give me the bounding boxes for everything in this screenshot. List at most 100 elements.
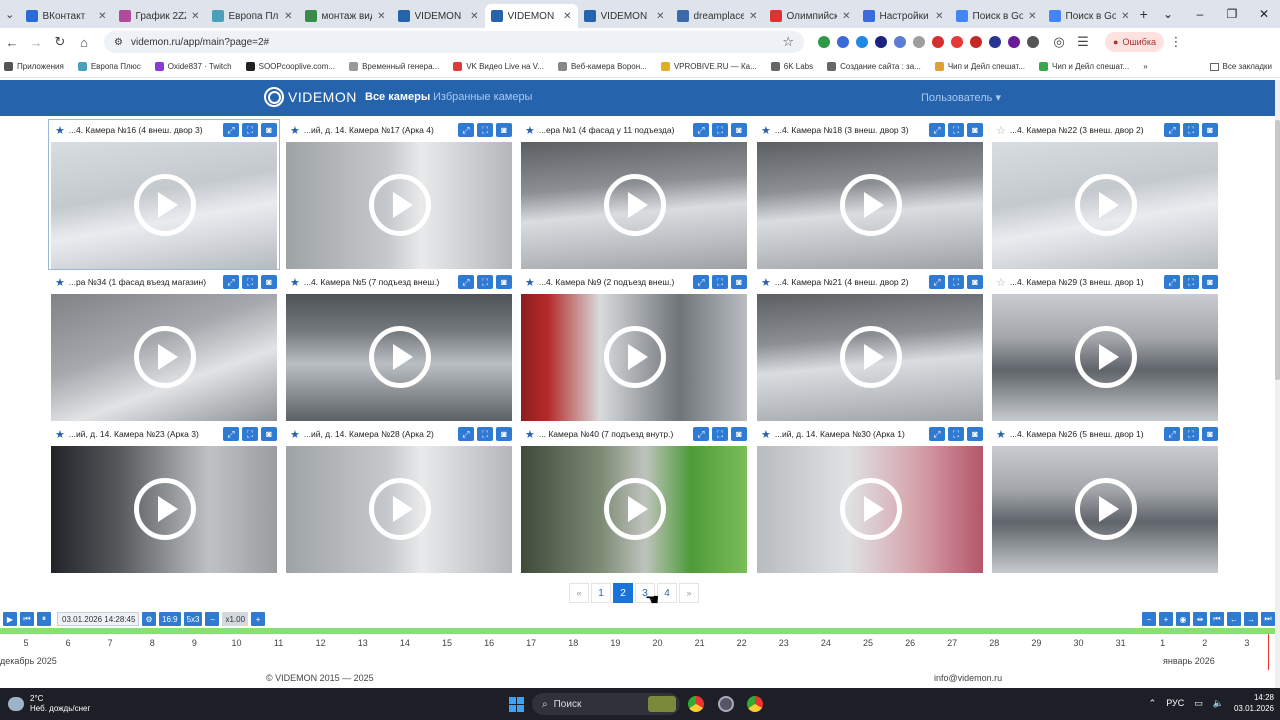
fullscreen-icon[interactable]: ⛶	[242, 427, 258, 441]
camera-feed[interactable]	[992, 446, 1218, 573]
timeline-day-tick[interactable]: 20	[652, 638, 662, 648]
timeline-day-tick[interactable]: 27	[947, 638, 957, 648]
user-menu[interactable]: Пользователь ▾	[921, 91, 1001, 104]
tab-close-icon[interactable]: ✕	[935, 11, 943, 22]
play-icon[interactable]	[604, 326, 666, 388]
language-indicator[interactable]: РУС	[1166, 698, 1184, 708]
volume-icon[interactable]: 🔈	[1213, 698, 1224, 709]
camera-feed[interactable]	[286, 142, 512, 269]
contact-email[interactable]: info@videmon.ru	[934, 673, 1002, 683]
play-icon[interactable]	[134, 478, 196, 540]
site-info-icon[interactable]: ⚙	[114, 37, 123, 48]
fullscreen-icon[interactable]: ⛶	[948, 427, 964, 441]
browser-tab[interactable]: Европа Плюс ✕	[206, 4, 299, 28]
favorite-star-icon[interactable]: ★	[761, 428, 771, 441]
bookmark-item[interactable]: Приложения	[4, 62, 64, 71]
fullscreen-icon[interactable]: ⛶	[242, 123, 258, 137]
widget-icon[interactable]	[648, 696, 676, 712]
expand-icon[interactable]: ⤢	[929, 427, 945, 441]
fullscreen-icon[interactable]: ⛶	[242, 275, 258, 289]
home-icon[interactable]: ⌂	[72, 35, 96, 50]
snapshot-camera-icon[interactable]: ◙	[261, 123, 277, 137]
camera-feed[interactable]	[521, 142, 747, 269]
snapshot-camera-icon[interactable]: ◙	[731, 427, 747, 441]
snapshot-camera-icon[interactable]: ◙	[261, 275, 277, 289]
tab-close-icon[interactable]: ✕	[563, 11, 571, 22]
camera-feed[interactable]	[51, 294, 277, 421]
bookmark-item[interactable]: Временный генера...	[349, 62, 439, 71]
skip-start-icon[interactable]: ⏮	[1210, 612, 1224, 626]
videmon-logo[interactable]: VIDEMON	[264, 87, 357, 107]
camera-feed[interactable]	[757, 446, 983, 573]
extension-icon[interactable]	[932, 36, 944, 48]
extension-icon[interactable]	[913, 36, 925, 48]
fit-icon[interactable]: ⇹	[1193, 612, 1207, 626]
zoom-out-button[interactable]: −	[205, 612, 220, 626]
snapshot-camera-icon[interactable]: ◙	[1202, 123, 1218, 137]
fullscreen-icon[interactable]: ⛶	[948, 123, 964, 137]
browser-tab[interactable]: Олимпийский ✕	[764, 4, 857, 28]
favorite-star-icon[interactable]: ★	[290, 428, 300, 441]
page-link-1[interactable]: 1	[591, 583, 611, 603]
timeline-day-tick[interactable]: 10	[231, 638, 241, 648]
play-icon[interactable]	[840, 478, 902, 540]
timeline-ruler[interactable]: декабрь 2025 январь 2026 5 6 7 8 9 10 11 12 13 14…	[0, 634, 1275, 670]
timeline-day-tick[interactable]: 17	[526, 638, 536, 648]
browser-tab[interactable]: Настройки ✕	[857, 4, 950, 28]
browser-tab[interactable]: Поиск в Goo ✕	[1043, 4, 1136, 28]
tab-close-icon[interactable]: ✕	[842, 11, 850, 22]
expand-icon[interactable]: ⤢	[458, 123, 474, 137]
expand-icon[interactable]: ⤢	[1164, 123, 1180, 137]
fullscreen-icon[interactable]: ⛶	[712, 275, 728, 289]
play-icon[interactable]	[369, 174, 431, 236]
extension-icon[interactable]	[951, 36, 963, 48]
chrome-icon[interactable]	[688, 696, 704, 712]
camera-tile[interactable]: ★ ...ий, д. 14. Камера №30 (Арка 1) ⤢ ⛶ ◙	[755, 424, 985, 573]
snapshot-camera-icon[interactable]: ◙	[496, 123, 512, 137]
eye-icon[interactable]: ◉	[1176, 612, 1190, 626]
timeline-day-tick[interactable]: 23	[779, 638, 789, 648]
timeline-day-tick[interactable]: 21	[695, 638, 705, 648]
snapshot-camera-icon[interactable]: ◙	[1202, 427, 1218, 441]
bookmark-item[interactable]: Веб-камера Ворон...	[557, 62, 647, 71]
timeline-day-tick[interactable]: 22	[737, 638, 747, 648]
settings-icon[interactable]: ⚙	[142, 612, 156, 626]
snapshot-camera-icon[interactable]: ◙	[967, 123, 983, 137]
browser-tab[interactable]: монтаж видео ✕	[299, 4, 392, 28]
timeline-zoom-in-icon[interactable]: +	[1159, 612, 1173, 626]
bookmarks-overflow-icon[interactable]: »	[1143, 62, 1147, 71]
timeline-day-tick[interactable]: 26	[905, 638, 915, 648]
all-bookmarks-button[interactable]: Все закладки	[1209, 62, 1280, 71]
pagination-next[interactable]: »	[679, 583, 699, 603]
play-icon[interactable]	[604, 174, 666, 236]
bookmark-item[interactable]: SOOPcooplive.com...	[245, 62, 335, 71]
tab-close-icon[interactable]: ✕	[191, 11, 199, 22]
fullscreen-icon[interactable]: ⛶	[477, 427, 493, 441]
favorite-star-icon[interactable]: ★	[761, 124, 771, 137]
layout-select[interactable]: 5x3	[183, 612, 203, 626]
tab-close-icon[interactable]: ✕	[98, 11, 106, 22]
snapshot-camera-icon[interactable]: ◙	[731, 275, 747, 289]
camera-tile[interactable]: ★ ...ра №34 (1 фасад въезд магазин) ⤢ ⛶ ◙	[49, 272, 279, 421]
pause-icon[interactable]: ⏸	[37, 612, 51, 626]
minimize-button[interactable]: –	[1184, 7, 1216, 21]
extension-icon[interactable]	[818, 36, 830, 48]
fullscreen-icon[interactable]: ⛶	[712, 123, 728, 137]
browser-tab[interactable]: ВКонтакт ✕	[20, 4, 113, 28]
bookmark-item[interactable]: Чип и Дейл спешат...	[934, 62, 1025, 71]
bookmark-item[interactable]: Oxide837 · Twitch	[154, 62, 232, 71]
bookmark-item[interactable]: Создание сайта : за...	[827, 62, 921, 71]
snapshot-camera-icon[interactable]: ◙	[967, 275, 983, 289]
skip-end-icon[interactable]: ⏭	[1261, 612, 1275, 626]
camera-tile[interactable]: ★ ...ий, д. 14. Камера №28 (Арка 2) ⤢ ⛶ ◙	[284, 424, 514, 573]
play-icon[interactable]	[840, 174, 902, 236]
snapshot-camera-icon[interactable]: ◙	[496, 275, 512, 289]
expand-icon[interactable]: ⤢	[929, 275, 945, 289]
camera-feed[interactable]	[286, 294, 512, 421]
camera-tile[interactable]: ★ ...ий, д. 14. Камера №17 (Арка 4) ⤢ ⛶ ◙	[284, 120, 514, 269]
camera-tile[interactable]: ☆ ...4. Камера №29 (3 внеш. двор 1) ⤢ ⛶ ◙	[990, 272, 1220, 421]
timeline-day-tick[interactable]: 6	[66, 638, 71, 648]
camera-tile[interactable]: ★ ...4. Камера №16 (4 внеш. двор 3) ⤢ ⛶ ◙	[48, 119, 280, 270]
expand-icon[interactable]: ⤢	[223, 275, 239, 289]
play-icon[interactable]	[1075, 326, 1137, 388]
